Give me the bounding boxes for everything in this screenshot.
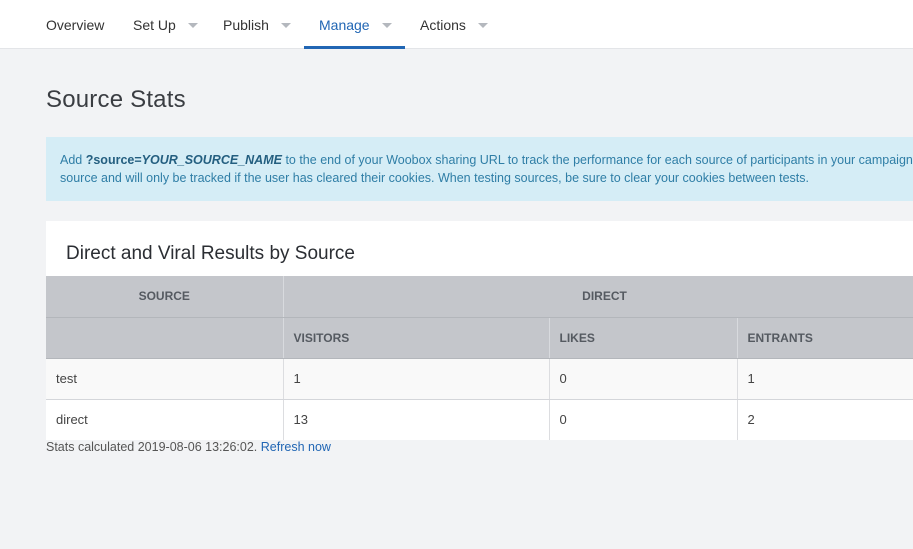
chevron-down-icon: [280, 22, 291, 28]
info-line-1: Add ?source=YOUR_SOURCE_NAME to the end …: [60, 151, 913, 169]
chevron-down-icon: [187, 22, 198, 28]
nav-manage[interactable]: Manage: [304, 0, 405, 49]
active-tab-indicator: [304, 46, 405, 49]
nav-actions-label: Actions: [420, 16, 466, 33]
column-group-source: SOURCE: [46, 276, 284, 318]
results-panel: Direct and Viral Results by Source SOURC…: [46, 221, 913, 440]
source-param-value: YOUR_SOURCE_NAME: [141, 153, 282, 167]
stats-footer: Stats calculated 2019-08-06 13:26:02. Re…: [46, 440, 331, 454]
column-header-entrants: ENTRANTS: [737, 317, 913, 359]
table-row: direct 13 0 2: [46, 399, 913, 440]
cell-visitors: 13: [283, 399, 550, 440]
info-prefix: Add: [60, 153, 86, 167]
nav-setup[interactable]: Set Up: [133, 0, 198, 49]
cell-likes: 0: [549, 399, 738, 440]
nav-overview-label: Overview: [46, 16, 105, 33]
results-table: SOURCE DIRECT VISITORS LIKES ENTRANTS te…: [46, 276, 913, 440]
cell-entrants: 1: [737, 358, 913, 400]
cell-entrants: 2: [737, 399, 913, 440]
page-title: Source Stats: [46, 86, 186, 113]
nav-manage-label: Manage: [319, 16, 370, 33]
info-alert: Add ?source=YOUR_SOURCE_NAME to the end …: [46, 137, 913, 201]
refresh-now-link[interactable]: Refresh now: [261, 440, 331, 454]
stats-timestamp: Stats calculated 2019-08-06 13:26:02.: [46, 440, 258, 454]
nav-actions[interactable]: Actions: [420, 0, 488, 49]
column-header-likes: LIKES: [549, 317, 738, 359]
source-param-key: ?source=: [85, 153, 142, 167]
column-group-direct: DIRECT: [283, 276, 913, 318]
chevron-down-icon: [381, 22, 392, 28]
chevron-down-icon: [477, 22, 488, 28]
cell-likes: 0: [549, 358, 738, 400]
column-header-visitors: VISITORS: [283, 317, 550, 359]
info-line-2: source and will only be tracked if the u…: [60, 171, 809, 185]
nav-overview[interactable]: Overview: [46, 0, 104, 49]
nav-setup-label: Set Up: [133, 16, 176, 33]
top-navigation: Overview Set Up Publish Manage Actions: [0, 0, 913, 49]
panel-title: Direct and Viral Results by Source: [66, 243, 355, 264]
nav-publish[interactable]: Publish: [223, 0, 291, 49]
cell-source: test: [46, 358, 284, 400]
column-header-empty: [46, 317, 284, 359]
cell-source: direct: [46, 399, 284, 440]
cell-visitors: 1: [283, 358, 550, 400]
table-row: test 1 0 1: [46, 358, 913, 400]
nav-publish-label: Publish: [223, 16, 269, 33]
source-param: ?source=YOUR_SOURCE_NAME: [86, 153, 282, 167]
info-line-1-rest: to the end of your Woobox sharing URL to…: [281, 153, 913, 167]
